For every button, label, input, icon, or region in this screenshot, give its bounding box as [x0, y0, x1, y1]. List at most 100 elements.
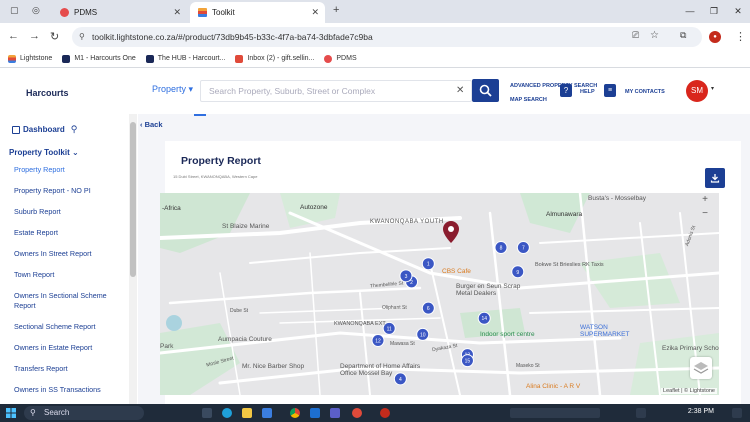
url-input[interactable]: ⚲ toolkit.lightstone.co.za/#/product/73d…: [72, 27, 702, 47]
install-app-icon[interactable]: ⎚: [632, 30, 639, 41]
forward-arrow-icon[interactable]: →: [29, 30, 40, 42]
app-icon[interactable]: [352, 408, 362, 418]
globe-icon[interactable]: ◎: [32, 5, 40, 16]
property-marker[interactable]: 14: [477, 311, 491, 325]
property-marker[interactable]: 10: [416, 327, 430, 341]
property-map[interactable]: 12367891011121314154 -Africa St Blaize M…: [160, 193, 719, 395]
site-info-icon[interactable]: ⚲: [79, 27, 85, 47]
minimize-icon[interactable]: —: [678, 0, 702, 23]
map-layers-button[interactable]: [690, 357, 712, 379]
bookmark-label: M1 - Harcourts One: [74, 55, 136, 62]
sidebar-scrollbar[interactable]: [129, 114, 137, 404]
map-label: WATSON SUPERMARKET: [580, 324, 630, 338]
windows-taskbar: ⚲ Search 2:38 PM: [0, 404, 750, 422]
restore-icon[interactable]: ❐: [702, 0, 726, 23]
bookmark-pdms[interactable]: PDMS: [324, 54, 357, 63]
search-button[interactable]: [472, 79, 499, 102]
property-marker[interactable]: 9: [511, 265, 525, 279]
property-marker[interactable]: 12: [371, 333, 385, 347]
sidebar-item-town-report[interactable]: Town Report: [14, 270, 124, 280]
close-window-icon[interactable]: ✕: [726, 0, 750, 23]
windows-start-icon[interactable]: [6, 408, 16, 418]
tray-icons[interactable]: [510, 408, 600, 418]
sidebar-item-transfers-report[interactable]: Transfers Report: [14, 364, 124, 374]
sidebar-item-sectional-scheme-report[interactable]: Sectional Scheme Report: [14, 322, 124, 332]
help-link[interactable]: HELP: [580, 89, 595, 95]
notifications-icon[interactable]: [732, 408, 742, 418]
taskbar-clock[interactable]: 2:38 PM: [688, 408, 714, 415]
zoom-in-button[interactable]: +: [697, 193, 713, 207]
back-link[interactable]: ‹ Back: [140, 120, 163, 129]
bookmark-label: PDMS: [336, 55, 357, 62]
window-controls: — ❐ ✕: [678, 0, 750, 23]
extensions-icon[interactable]: ⧉: [680, 30, 686, 41]
sidebar-item-owners-in-street-report[interactable]: Owners In Street Report: [14, 249, 124, 259]
avatar[interactable]: SM: [686, 80, 708, 102]
chevron-left-icon: ‹: [140, 120, 143, 129]
sidebar-item-owners-in-ss-transactions[interactable]: Owners in SS Transactions: [14, 385, 124, 395]
new-tab-icon[interactable]: +: [333, 4, 339, 16]
my-contacts-link[interactable]: MY CONTACTS: [625, 89, 665, 95]
sidebar-item-suburb-report[interactable]: Suburb Report: [14, 207, 124, 217]
contacts-icon[interactable]: ≡: [604, 84, 616, 97]
search-icon[interactable]: ⚲: [71, 124, 78, 135]
chevron-down-icon: ▾: [188, 84, 194, 94]
bookmark-harcourts-one[interactable]: M1 - Harcourts One: [62, 54, 136, 63]
bookmark-lightstone[interactable]: Lightstone: [8, 54, 52, 63]
sidebar-item-estate-report[interactable]: Estate Report: [14, 228, 124, 238]
taskbar-search-input[interactable]: ⚲ Search: [24, 406, 144, 420]
harcourts-icon: [62, 54, 71, 63]
property-marker[interactable]: 8: [494, 241, 508, 255]
back-arrow-icon[interactable]: ←: [8, 30, 19, 42]
map-label: Alina Clinic - A R V: [526, 383, 581, 390]
sidebar-item-property-report[interactable]: Property Report: [14, 165, 124, 175]
task-view-icon[interactable]: [202, 408, 212, 418]
property-marker[interactable]: 7: [516, 241, 530, 255]
tab-pdms[interactable]: PDMS ✕: [52, 2, 187, 23]
sidebar-item-owners-in-sectional-scheme-report[interactable]: Owners In Sectional Scheme Report: [14, 291, 109, 311]
browser-menu-icon[interactable]: ⋮: [735, 30, 746, 43]
help-icon[interactable]: ?: [560, 84, 572, 97]
property-marker[interactable]: 6: [421, 301, 435, 315]
edge-icon[interactable]: [222, 408, 232, 418]
map-label: Indoor sport centre: [480, 331, 535, 338]
reload-icon[interactable]: ↻: [50, 30, 59, 43]
chrome-icon[interactable]: [290, 408, 300, 418]
file-explorer-icon[interactable]: [242, 408, 252, 418]
app-header: Harcourts Property ▾ Search Property, Su…: [0, 68, 750, 114]
store-icon[interactable]: [262, 408, 272, 418]
bookmark-the-hub[interactable]: The HUB - Harcourt...: [145, 54, 225, 63]
property-search-input[interactable]: Search Property, Suburb, Street or Compl…: [200, 80, 472, 102]
download-button[interactable]: [705, 168, 725, 188]
profile-icon[interactable]: ●: [709, 31, 721, 43]
map-label: Oliphant St: [382, 305, 407, 311]
property-marker[interactable]: 15: [460, 354, 474, 368]
close-tab-icon[interactable]: ✕: [173, 7, 181, 18]
tab-menu-icon[interactable]: ▢: [10, 5, 19, 16]
sidebar-dashboard[interactable]: Dashboard ⚲: [12, 124, 77, 135]
bookmark-inbox[interactable]: Inbox (2) - gift.sellin...: [235, 54, 314, 63]
tab-toolkit[interactable]: Toolkit ✕: [190, 2, 325, 23]
clear-search-icon[interactable]: ✕: [456, 85, 464, 96]
hub-icon: [145, 54, 154, 63]
map-label: Burger en Seun Scrap Metal Dealers: [456, 283, 521, 297]
map-search-link[interactable]: MAP SEARCH: [510, 97, 547, 103]
wifi-icon[interactable]: [636, 408, 646, 418]
property-marker[interactable]: 1: [421, 257, 435, 271]
zoom-out-button[interactable]: −: [697, 207, 713, 221]
teams-icon[interactable]: [330, 408, 340, 418]
search-type-select[interactable]: Property ▾: [152, 84, 193, 95]
sidebar-item-owners-in-estate-report[interactable]: Owners in Estate Report: [14, 343, 124, 353]
scrollbar-thumb[interactable]: [130, 122, 136, 277]
close-tab-icon[interactable]: ✕: [311, 7, 319, 18]
sidebar-item-property-report-no-pi[interactable]: Property Report - NO PI: [14, 186, 124, 196]
bookmark-star-icon[interactable]: ☆: [650, 30, 659, 41]
app-icon[interactable]: [380, 408, 390, 418]
avatar-chevron-icon[interactable]: ▾: [711, 85, 714, 92]
section-label: Property Toolkit: [9, 148, 70, 157]
map-label: Aumpacia Couture: [218, 336, 272, 343]
marker-label: 3: [405, 274, 408, 280]
harcourts-logo[interactable]: Harcourts: [26, 88, 69, 98]
sidebar-section-property-toolkit[interactable]: Property Toolkit ⌄: [9, 148, 79, 157]
outlook-icon[interactable]: [310, 408, 320, 418]
